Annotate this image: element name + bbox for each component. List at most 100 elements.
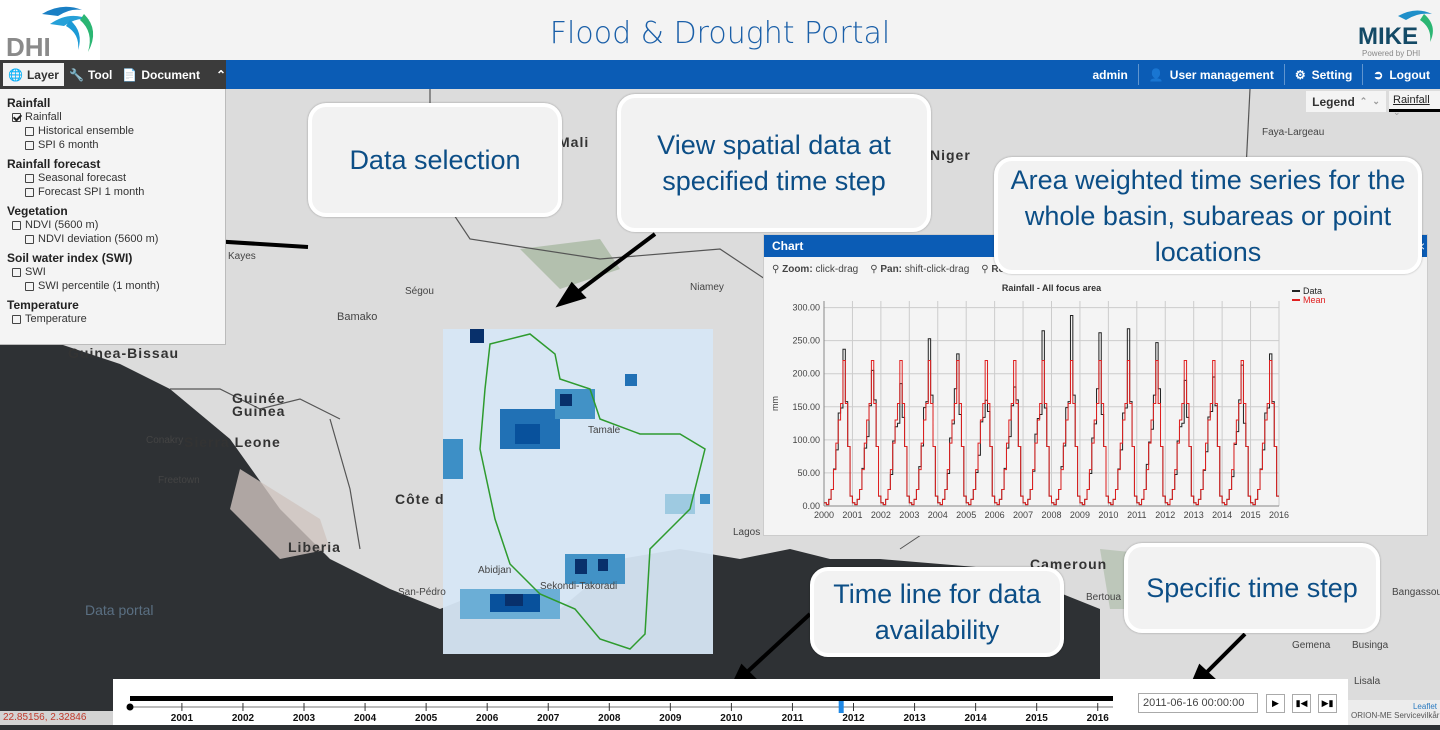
side-toolbar: 🌐 Layer 🔧 Tool 📄 Document ⌃ xyxy=(0,60,226,89)
current-time-input[interactable] xyxy=(1138,693,1258,713)
availability-bar xyxy=(130,696,1113,701)
tab-tool[interactable]: 🔧 Tool xyxy=(64,63,117,86)
map-label-abidjan: Abidjan xyxy=(478,565,512,576)
user-management-button[interactable]: 👤 User management xyxy=(1137,64,1284,85)
layer-checkbox[interactable] xyxy=(25,140,34,150)
layer-checkbox[interactable] xyxy=(12,112,21,122)
layer-item-label: Forecast SPI 1 month xyxy=(38,186,145,198)
layer-item-label: SWI xyxy=(25,266,46,278)
leaflet-link[interactable]: Leaflet xyxy=(1348,700,1440,711)
y-tick-label: 200.00 xyxy=(792,369,820,379)
layer-checkbox[interactable] xyxy=(12,220,21,230)
double-chevron-up-icon: ⌃ xyxy=(216,67,227,82)
year-label: 2012 xyxy=(842,713,865,724)
layer-group-title: Soil water index (SWI) xyxy=(7,251,133,265)
layer-item-label: SWI percentile (1 month) xyxy=(38,280,160,292)
year-label: 2015 xyxy=(1026,713,1049,724)
layer-checkbox[interactable] xyxy=(25,126,34,136)
map-label-gemena: Gemena xyxy=(1292,640,1331,651)
layer-checkbox[interactable] xyxy=(12,314,21,324)
layer-item[interactable]: SWI xyxy=(12,265,218,279)
logout-button[interactable]: ➲ Logout xyxy=(1362,64,1440,85)
user-icon: 👤 xyxy=(1148,67,1164,82)
layer-item[interactable]: SPI 6 month xyxy=(25,138,218,152)
layer-item[interactable]: Seasonal forecast xyxy=(25,171,218,185)
tab-layer[interactable]: 🌐 Layer xyxy=(3,63,64,86)
layer-item[interactable]: Historical ensemble xyxy=(25,124,218,138)
x-tick-label: 2003 xyxy=(899,510,919,520)
x-tick-label: 2013 xyxy=(1184,510,1204,520)
chart-hint-zoom: ⚲ Zoom: click-drag xyxy=(772,264,859,275)
map-label-tamale: Tamale xyxy=(588,425,621,436)
x-tick-label: 2006 xyxy=(985,510,1005,520)
layer-checkbox[interactable] xyxy=(12,267,21,277)
layer-item[interactable]: Forecast SPI 1 month xyxy=(25,185,218,199)
double-chevron-up-icon[interactable]: ⌃ xyxy=(1360,96,1368,107)
layer-checkbox[interactable] xyxy=(25,187,34,197)
user-management-label: User management xyxy=(1169,67,1274,82)
layer-checkbox[interactable] xyxy=(25,281,34,291)
map-label-kayes: Kayes xyxy=(228,251,256,262)
layer-item[interactable]: Temperature xyxy=(12,312,218,326)
layer-checkbox[interactable] xyxy=(25,173,34,183)
layer-item-label: NDVI (5600 m) xyxy=(25,219,99,231)
year-label: 2002 xyxy=(232,713,255,724)
layer-checkbox[interactable] xyxy=(25,234,34,244)
logout-icon: ➲ xyxy=(1373,67,1384,82)
step-back-icon: ▮◀ xyxy=(1295,698,1308,708)
play-button[interactable]: ▶ xyxy=(1266,694,1285,713)
map-label-guinea-bissau: Guinea-Bissau xyxy=(68,345,180,361)
year-label: 2010 xyxy=(720,713,743,724)
tab-document[interactable]: 📄 Document xyxy=(117,63,205,86)
setting-button[interactable]: ⚙ Setting xyxy=(1283,64,1362,85)
map-label-lagos: Lagos xyxy=(733,527,761,538)
page-title: Flood & Drought Portal xyxy=(549,16,891,51)
layer-group-title: Rainfall xyxy=(7,96,51,110)
layer-group-title: Vegetation xyxy=(7,204,68,218)
year-label: 2001 xyxy=(171,713,194,724)
x-tick-label: 2001 xyxy=(842,510,862,520)
wrench-icon: 🔧 xyxy=(68,67,84,82)
globe-icon: 🌐 xyxy=(8,67,23,82)
legend-layer-select[interactable]: Rainfall ⌄ xyxy=(1389,91,1440,117)
mike-logo[interactable]: MIKE Powered by DHI xyxy=(1346,6,1436,58)
data-portal-watermark: Data portal xyxy=(85,602,154,618)
callout-time-step: Specific time step xyxy=(1124,543,1380,633)
chart-title: Rainfall - All focus area xyxy=(1002,283,1102,293)
rainfall-chart[interactable]: Rainfall - All focus area0.0050.00100.00… xyxy=(764,281,1427,536)
year-label: 2007 xyxy=(537,713,560,724)
step-back-button[interactable]: ▮◀ xyxy=(1292,694,1311,713)
x-tick-label: 2004 xyxy=(928,510,948,520)
gear-icon: ⚙ xyxy=(1294,67,1306,82)
tab-document-label: Document xyxy=(141,67,200,82)
x-tick-label: 2000 xyxy=(814,510,834,520)
timeline-bar[interactable]: 2001 2002 2003 2004 2005 2006 2007 2008 2009 2010… xyxy=(113,679,1128,725)
user-name[interactable]: admin xyxy=(1083,64,1138,85)
collapse-panel-button[interactable]: ⌃ xyxy=(211,63,231,86)
map-label-mali: Mali xyxy=(558,134,590,150)
cursor-coordinates: 22.85156, 2.32846 xyxy=(0,711,113,725)
rainfall-raster xyxy=(443,329,713,654)
step-forward-button[interactable]: ▶▮ xyxy=(1318,694,1337,713)
double-chevron-down-icon[interactable]: ⌄ xyxy=(1372,96,1380,107)
layer-item[interactable]: SWI percentile (1 month) xyxy=(25,279,218,293)
map-label-liberia: Liberia xyxy=(288,539,341,555)
y-tick-label: 250.00 xyxy=(792,336,820,346)
year-label: 2005 xyxy=(415,713,438,724)
layer-item[interactable]: Rainfall xyxy=(12,110,218,124)
layer-item-label: SPI 6 month xyxy=(38,139,99,151)
layer-item-label: Temperature xyxy=(25,313,87,325)
map-label-bangassou: Bangassou xyxy=(1392,587,1440,598)
legend-toggle[interactable]: Legend ⌃ ⌄ xyxy=(1306,91,1386,112)
layer-item[interactable]: NDVI deviation (5600 m) xyxy=(25,232,218,246)
current-time-marker[interactable] xyxy=(838,701,844,713)
layer-item[interactable]: NDVI (5600 m) xyxy=(12,218,218,232)
map-label-bertoua: Bertoua xyxy=(1086,592,1122,603)
map-attribution: Leaflet ORION-ME Servicevilkår xyxy=(1348,700,1440,725)
y-tick-label: 100.00 xyxy=(792,435,820,445)
map-label-guinea: Guinea xyxy=(232,403,286,419)
legend-label: Legend xyxy=(1312,94,1355,109)
x-tick-label: 2010 xyxy=(1098,510,1118,520)
x-tick-label: 2002 xyxy=(871,510,891,520)
year-label: 2003 xyxy=(293,713,316,724)
